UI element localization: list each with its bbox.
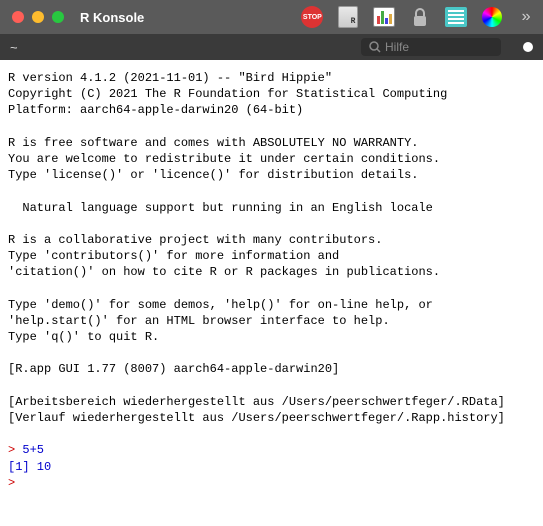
- source-button[interactable]: [335, 6, 361, 28]
- console-line: [Verlauf wiederhergestellt aus /Users/pe…: [8, 411, 505, 425]
- console-line: [Arbeitsbereich wiederhergestellt aus /U…: [8, 395, 505, 409]
- console-input: 5+5: [22, 443, 44, 457]
- toolbar: STOP »: [299, 6, 531, 28]
- maximize-button[interactable]: [52, 11, 64, 23]
- console-line: Type 'q()' to quit R.: [8, 330, 159, 344]
- console-line: [R.app GUI 1.77 (8007) aarch64-apple-dar…: [8, 362, 339, 376]
- console-line: R is a collaborative project with many c…: [8, 233, 382, 247]
- search-input[interactable]: [385, 40, 493, 54]
- stop-icon: STOP: [301, 6, 323, 28]
- color-wheel-icon: [482, 7, 502, 27]
- window-controls: [12, 11, 64, 23]
- titlebar: R Konsole STOP: [0, 0, 543, 34]
- prompt[interactable]: >: [8, 476, 15, 490]
- document-icon: [338, 6, 358, 28]
- prompt: >: [8, 443, 22, 457]
- status-indicator: [523, 42, 533, 52]
- colors-button[interactable]: [479, 6, 505, 28]
- quartz-button[interactable]: [371, 6, 397, 28]
- console-line: 'citation()' on how to cite R or R packa…: [8, 265, 440, 279]
- console-line: Copyright (C) 2021 The R Foundation for …: [8, 87, 447, 101]
- lock-icon: [411, 7, 429, 27]
- minimize-button[interactable]: [32, 11, 44, 23]
- search-icon: [369, 41, 381, 53]
- console-line: Type 'license()' or 'licence()' for dist…: [8, 168, 418, 182]
- console-line: Type 'contributors()' for more informati…: [8, 249, 339, 263]
- history-button[interactable]: [443, 6, 469, 28]
- close-button[interactable]: [12, 11, 24, 23]
- pathbar: ~: [0, 34, 543, 60]
- working-directory[interactable]: ~: [10, 40, 18, 55]
- console-line: 'help.start()' for an HTML browser inter…: [8, 314, 390, 328]
- console-output[interactable]: R version 4.1.2 (2021-11-01) -- "Bird Hi…: [0, 60, 543, 526]
- overflow-button[interactable]: »: [521, 8, 531, 26]
- console-line: Platform: aarch64-apple-darwin20 (64-bit…: [8, 103, 303, 117]
- console-line: You are welcome to redistribute it under…: [8, 152, 440, 166]
- chart-icon: [373, 7, 395, 27]
- console-line: Natural language support but running in …: [8, 201, 433, 215]
- list-icon: [445, 7, 467, 27]
- console-result: [1] 10: [8, 460, 51, 474]
- console-line: Type 'demo()' for some demos, 'help()' f…: [8, 298, 433, 312]
- console-line: R version 4.1.2 (2021-11-01) -- "Bird Hi…: [8, 71, 332, 85]
- console-line: R is free software and comes with ABSOLU…: [8, 136, 418, 150]
- window-title: R Konsole: [80, 10, 144, 25]
- lock-button[interactable]: [407, 6, 433, 28]
- search-field[interactable]: [361, 38, 501, 56]
- stop-button[interactable]: STOP: [299, 6, 325, 28]
